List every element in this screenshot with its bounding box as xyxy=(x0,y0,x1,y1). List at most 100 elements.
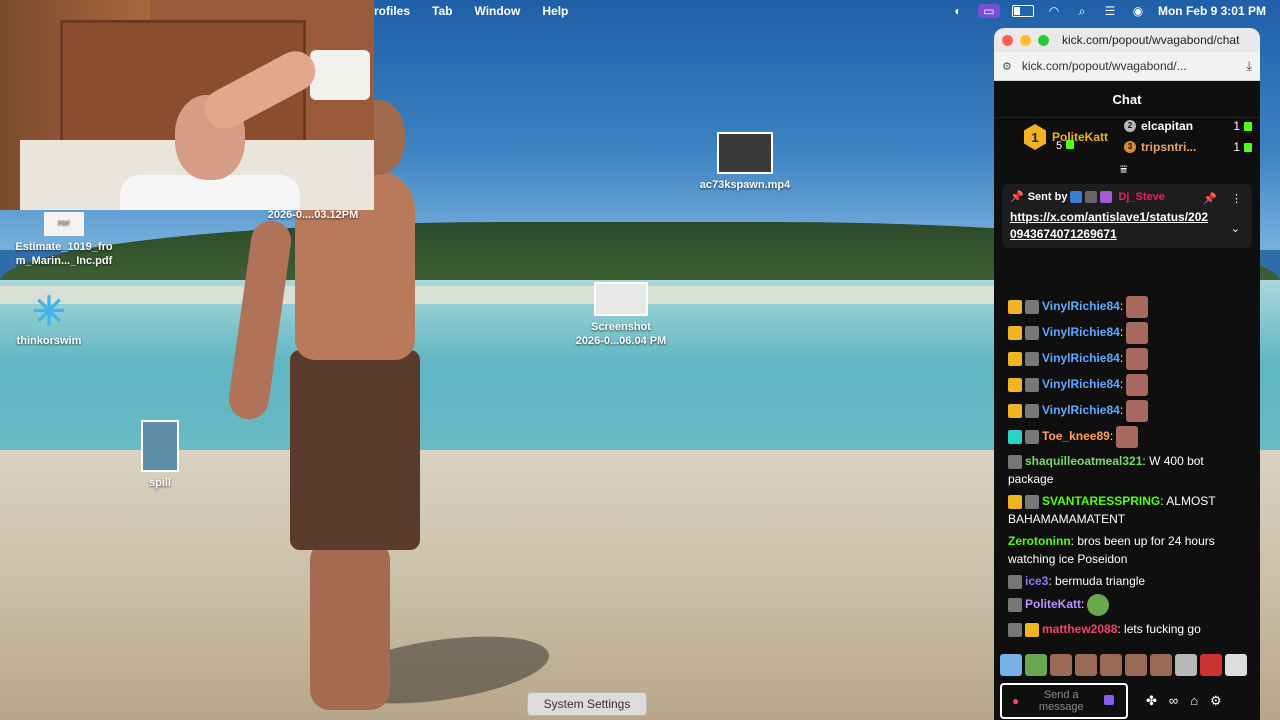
emote-icon[interactable] xyxy=(1225,654,1247,676)
webcam-overlay xyxy=(0,0,374,210)
url-field[interactable]: kick.com/popout/wvagabond/... xyxy=(1022,59,1246,73)
leaderboard-top-count: 5 xyxy=(1056,140,1075,152)
microphone-icon[interactable]: ● xyxy=(1012,694,1019,708)
emote-icon xyxy=(1126,348,1149,370)
emote-icon xyxy=(1126,400,1149,422)
recent-emotes-bar xyxy=(1000,654,1247,676)
menu-item-help[interactable]: Help xyxy=(542,4,568,18)
subscriber-badge-icon xyxy=(1008,598,1022,612)
crown-badge-icon xyxy=(1008,300,1022,314)
chat-message[interactable]: VinylRichie84: xyxy=(994,294,1260,320)
emote-icon[interactable] xyxy=(1200,654,1222,676)
leaderboard-count: 1 xyxy=(1233,119,1240,133)
menu-item-profiles[interactable]: rofiles xyxy=(374,4,410,18)
settings-gear-icon[interactable]: ⚙ xyxy=(1210,693,1222,709)
menu-item-window[interactable]: Window xyxy=(474,4,520,18)
chat-message[interactable]: SVANTARESSPRING: ALMOST BAHAMAMAMATENT xyxy=(994,490,1260,530)
chat-username[interactable]: VinylRichie84 xyxy=(1042,325,1120,339)
crown-badge-icon xyxy=(1008,404,1022,418)
download-icon[interactable]: ⤓ xyxy=(1246,58,1252,74)
desktop-icon-estimate-pdf[interactable]: PDF Estimate_1019_fro m_Marin..._Inc.pdf xyxy=(8,212,120,268)
window-titlebar[interactable]: kick.com/popout/wvagabond/chat xyxy=(994,28,1260,52)
chat-message[interactable]: Toe_knee89: xyxy=(994,424,1260,450)
chat-message[interactable]: PoliteKatt: xyxy=(994,592,1260,618)
chat-username[interactable]: VinylRichie84 xyxy=(1042,403,1120,417)
pinned-message: 📌 Sent by Dj_Steve 📌 ⋮ https://x.com/ant… xyxy=(1002,184,1252,248)
pdf-file-icon: PDF xyxy=(44,212,84,236)
emote-icon[interactable] xyxy=(1050,654,1072,676)
chat-message[interactable]: ice3: bermuda triangle xyxy=(994,570,1260,592)
emote-icon[interactable] xyxy=(1150,654,1172,676)
pinned-link[interactable]: https://x.com/antislave1/status/20209436… xyxy=(1010,209,1210,243)
more-options-icon[interactable]: ⋮ xyxy=(1231,192,1242,205)
rank-badge: 2 xyxy=(1124,120,1136,132)
emote-icon xyxy=(1116,426,1139,448)
video-file-icon xyxy=(717,132,773,174)
battery-icon[interactable] xyxy=(1011,5,1034,17)
close-window-button[interactable] xyxy=(1002,34,1013,46)
menu-item-tab[interactable]: Tab xyxy=(432,4,452,18)
expand-leaderboard-icon[interactable]: ⩸ xyxy=(1120,162,1127,177)
chat-username[interactable]: SVANTARESSPRING xyxy=(1042,494,1160,508)
chat-message[interactable]: shaquilleoatmeal321: W 400 bot package xyxy=(994,450,1260,490)
store-icon[interactable]: ⌂ xyxy=(1190,693,1198,709)
chevron-down-icon[interactable]: ⌄ xyxy=(1231,222,1240,235)
siri-icon[interactable]: ◉ xyxy=(1130,4,1146,18)
wifi-icon[interactable]: ◠ xyxy=(1046,4,1062,18)
subscriber-badge-icon xyxy=(1025,300,1039,314)
extensions-icon[interactable]: ✤ xyxy=(1146,693,1157,709)
emote-icon[interactable] xyxy=(1100,654,1122,676)
pinned-sender-name[interactable]: Dj_Steve xyxy=(1118,191,1164,203)
unpin-icon[interactable]: 📌 xyxy=(1203,192,1217,205)
desktop-icon-spill[interactable]: spill xyxy=(130,420,190,490)
chat-message-text: lets fucking go xyxy=(1124,622,1201,636)
subscriber-badge-icon xyxy=(1025,352,1039,366)
chat-message[interactable]: VinylRichie84: xyxy=(994,372,1260,398)
gift-badge-icon xyxy=(1025,622,1039,637)
gift-icon xyxy=(1066,140,1075,149)
minimize-window-button[interactable] xyxy=(1020,34,1031,46)
chat-message[interactable]: matthew2088: lets fucking go xyxy=(994,618,1260,640)
control-center-icon[interactable]: ☰ xyxy=(1102,4,1118,18)
gift-leaderboard[interactable]: 1 PoliteKatt 5 2 elcapitan 1 3 tripsntri… xyxy=(994,118,1260,176)
crown-badge-icon xyxy=(1008,326,1022,340)
emote-icon[interactable] xyxy=(1125,654,1147,676)
infinity-icon[interactable]: ∞ xyxy=(1169,693,1178,709)
chat-username[interactable]: Toe_knee89 xyxy=(1042,429,1110,443)
emote-icon[interactable] xyxy=(1000,654,1022,676)
search-icon[interactable]: ⌕ xyxy=(1074,4,1090,18)
pepe-emote-icon xyxy=(1087,594,1110,616)
menu-bar-clock[interactable]: Mon Feb 9 3:01 PM xyxy=(1158,4,1266,18)
chat-message-input[interactable]: ● Send a message xyxy=(1000,683,1128,719)
chat-username[interactable]: ice3 xyxy=(1025,574,1048,588)
desktop-icon-thinkorswim[interactable]: ✳ thinkorswim xyxy=(10,290,88,348)
emote-icon[interactable] xyxy=(1025,654,1047,676)
subscriber-badge-icon xyxy=(1008,574,1022,589)
chat-username[interactable]: matthew2088 xyxy=(1042,622,1117,636)
desktop-icon-video[interactable]: ac73kspawn.mp4 xyxy=(690,132,800,192)
site-settings-icon[interactable]: ⚙ xyxy=(1002,60,1012,73)
leaderboard-entry[interactable]: 3 tripsntri... 1 xyxy=(1124,140,1252,154)
chat-message[interactable]: VinylRichie84: xyxy=(994,398,1260,424)
chat-username[interactable]: Zerotoninn xyxy=(1008,534,1071,548)
rank-badge: 3 xyxy=(1124,141,1136,153)
chat-message[interactable]: VinylRichie84: xyxy=(994,320,1260,346)
chat-username[interactable]: VinylRichie84 xyxy=(1042,351,1120,365)
vpn-icon[interactable]: ◐ xyxy=(950,4,966,18)
subscriber-badge-icon xyxy=(1008,454,1022,469)
gifter-badge-icon xyxy=(1008,430,1022,444)
desktop-icon-screenshot[interactable]: Screenshot 2026-0...06.04 PM xyxy=(566,282,676,348)
chat-username[interactable]: PoliteKatt xyxy=(1025,597,1081,611)
emote-icon[interactable] xyxy=(1075,654,1097,676)
emote-picker-icon[interactable] xyxy=(1104,695,1114,705)
chat-username[interactable]: VinylRichie84 xyxy=(1042,299,1120,313)
zoom-window-button[interactable] xyxy=(1038,34,1049,46)
screen-mirroring-icon[interactable]: ▭ xyxy=(977,4,1000,18)
chat-message[interactable]: Zerotoninn: bros been up for 24 hours wa… xyxy=(994,530,1260,570)
leaderboard-entry[interactable]: 2 elcapitan 1 xyxy=(1124,119,1252,133)
chat-username[interactable]: VinylRichie84 xyxy=(1042,377,1120,391)
emote-icon[interactable] xyxy=(1175,654,1197,676)
chat-message[interactable]: VinylRichie84: xyxy=(994,346,1260,372)
chat-username[interactable]: shaquilleoatmeal321 xyxy=(1025,454,1142,468)
desktop-icon-webcam-recording[interactable]: 2026-0....03.12PM xyxy=(258,208,368,222)
